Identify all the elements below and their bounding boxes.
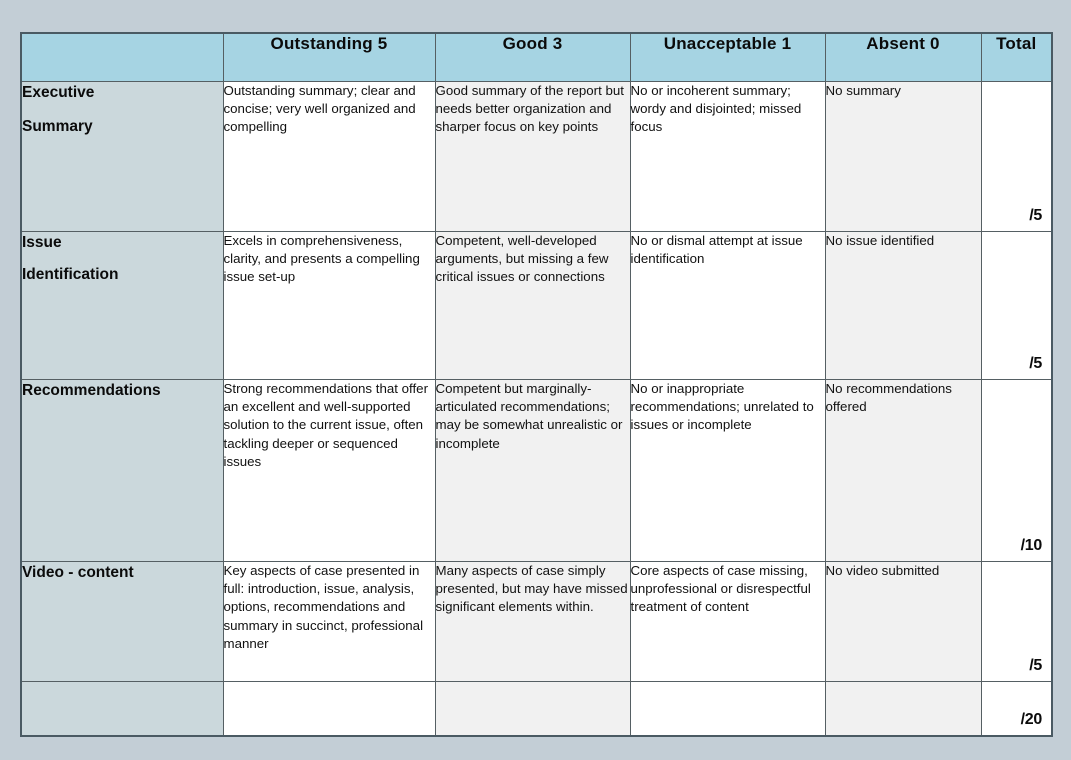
criterion-label-line1: Recommendations [22, 381, 161, 399]
cell-good: Competent but marginally-articulated rec… [434, 378, 631, 562]
criterion-grand-total [20, 680, 224, 737]
rubric-page: Outstanding 5 Good 3 Unacceptable 1 Abse… [0, 0, 1071, 760]
header-total: Total [980, 32, 1053, 82]
table-body: Executive Summary Outstanding summary; c… [20, 80, 1053, 737]
cell-unacceptable: No or dismal attempt at issue identifica… [629, 230, 826, 380]
cell-unacceptable [629, 680, 826, 737]
criterion-recommendations: Recommendations [20, 378, 224, 562]
header-row: Outstanding 5 Good 3 Unacceptable 1 Abse… [20, 32, 1053, 82]
criterion-label-line2: Identification [22, 265, 119, 283]
cell-absent: No summary [824, 80, 982, 232]
total-denominator: /10 [1020, 536, 1043, 554]
cell-unacceptable: No or incoherent summary; wordy and disj… [629, 80, 826, 232]
cell-outstanding: Excels in comprehensiveness, clarity, an… [222, 230, 436, 380]
cell-absent: No video submitted [824, 560, 982, 682]
cell-good: Many aspects of case simply presented, b… [434, 560, 631, 682]
table-row: Recommendations Strong recommendations t… [20, 378, 1053, 562]
criterion-label-line1: Issue [22, 233, 62, 251]
header-absent: Absent 0 [824, 32, 982, 82]
total-denominator: /5 [1029, 354, 1042, 372]
table-row: Executive Summary Outstanding summary; c… [20, 80, 1053, 232]
header-unacceptable: Unacceptable 1 [629, 32, 826, 82]
cell-unacceptable: No or inappropriate recommendations; unr… [629, 378, 826, 562]
cell-good [434, 680, 631, 737]
header-corner-cell [20, 32, 224, 82]
cell-total-score[interactable]: /5 [980, 80, 1053, 232]
cell-unacceptable: Core aspects of case missing, unprofessi… [629, 560, 826, 682]
total-denominator: /5 [1029, 656, 1042, 674]
table-row: Video - content Key aspects of case pres… [20, 560, 1053, 682]
cell-absent [824, 680, 982, 737]
header-good: Good 3 [434, 32, 631, 82]
criterion-label-line1: Video - content [22, 563, 134, 581]
cell-outstanding: Key aspects of case presented in full: i… [222, 560, 436, 682]
total-denominator: /5 [1029, 206, 1042, 224]
table-row-grand-total: /20 [20, 680, 1053, 737]
table-row: Issue Identification Excels in comprehen… [20, 230, 1053, 380]
criterion-label-line2: Summary [22, 117, 93, 135]
cell-grand-total-score[interactable]: /20 [980, 680, 1053, 737]
cell-absent: No issue identified [824, 230, 982, 380]
cell-good: Competent, well-developed arguments, but… [434, 230, 631, 380]
criterion-executive-summary: Executive Summary [20, 80, 224, 232]
cell-outstanding: Strong recommendations that offer an exc… [222, 378, 436, 562]
cell-total-score[interactable]: /5 [980, 230, 1053, 380]
criterion-video-content: Video - content [20, 560, 224, 682]
cell-good: Good summary of the report but needs bet… [434, 80, 631, 232]
criterion-label-line1: Executive [22, 83, 95, 101]
cell-outstanding [222, 680, 436, 737]
header-outstanding: Outstanding 5 [222, 32, 436, 82]
grand-total-denominator: /20 [1020, 711, 1043, 728]
cell-total-score[interactable]: /10 [980, 378, 1053, 562]
table-header: Outstanding 5 Good 3 Unacceptable 1 Abse… [20, 32, 1053, 82]
cell-absent: No recommendations offered [824, 378, 982, 562]
cell-outstanding: Outstanding summary; clear and concise; … [222, 80, 436, 232]
grading-rubric-table: Outstanding 5 Good 3 Unacceptable 1 Abse… [20, 32, 1053, 737]
criterion-issue-identification: Issue Identification [20, 230, 224, 380]
cell-total-score[interactable]: /5 [980, 560, 1053, 682]
